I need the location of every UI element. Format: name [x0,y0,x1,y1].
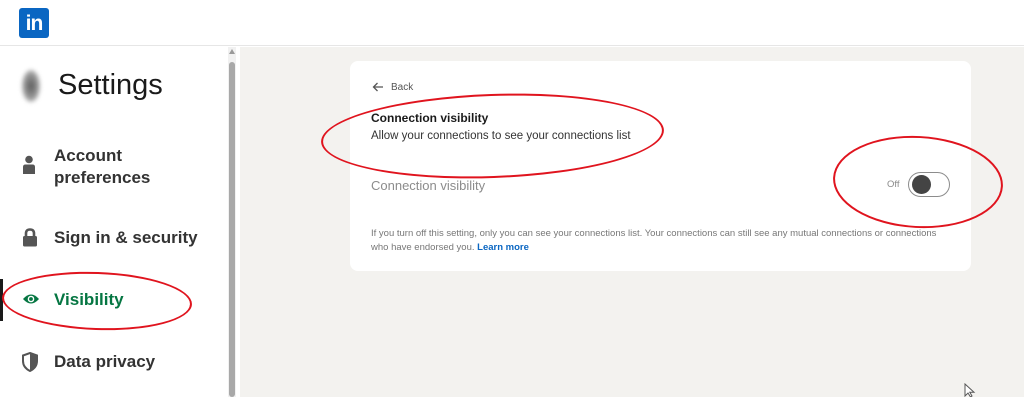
sidebar-item-label: Visibility [54,290,124,309]
section-description: Allow your connections to see your conne… [371,130,631,142]
sidebar-item-label: Sign in & security [54,228,198,247]
sidebar-item-account-preferences[interactable]: Account preferences [0,145,226,191]
sidebar-item-label: Account preferences [54,146,151,187]
back-arrow-icon[interactable] [372,82,384,92]
person-icon [23,155,35,174]
sidebar-item-visibility[interactable]: Visibility [0,288,226,312]
scroll-up-arrow-icon[interactable] [229,49,235,54]
learn-more-link[interactable]: Learn more [477,242,529,253]
top-nav-bar: in [0,0,1024,46]
mouse-cursor-icon [964,383,976,397]
help-text: If you turn off this setting, only you c… [371,228,937,253]
back-button[interactable]: Back [391,82,413,93]
shield-icon [22,352,38,372]
setting-help-text: If you turn off this setting, only you c… [371,227,951,255]
sidebar-item-label: Data privacy [54,352,156,371]
linkedin-logo[interactable]: in [19,8,49,38]
scrollbar-thumb[interactable] [229,62,235,397]
sidebar-item-data-privacy[interactable]: Data privacy [0,350,226,374]
connection-visibility-toggle[interactable] [908,172,950,197]
toggle-state-label: Off [887,179,900,190]
setting-label: Connection visibility [371,178,486,193]
toggle-knob [912,175,931,194]
eye-icon [23,294,39,304]
section-title: Connection visibility [371,111,489,125]
sidebar-item-sign-in-security[interactable]: Sign in & security [0,226,226,250]
lock-icon [23,228,37,247]
avatar[interactable] [22,70,40,102]
page-title: Settings [58,69,163,101]
